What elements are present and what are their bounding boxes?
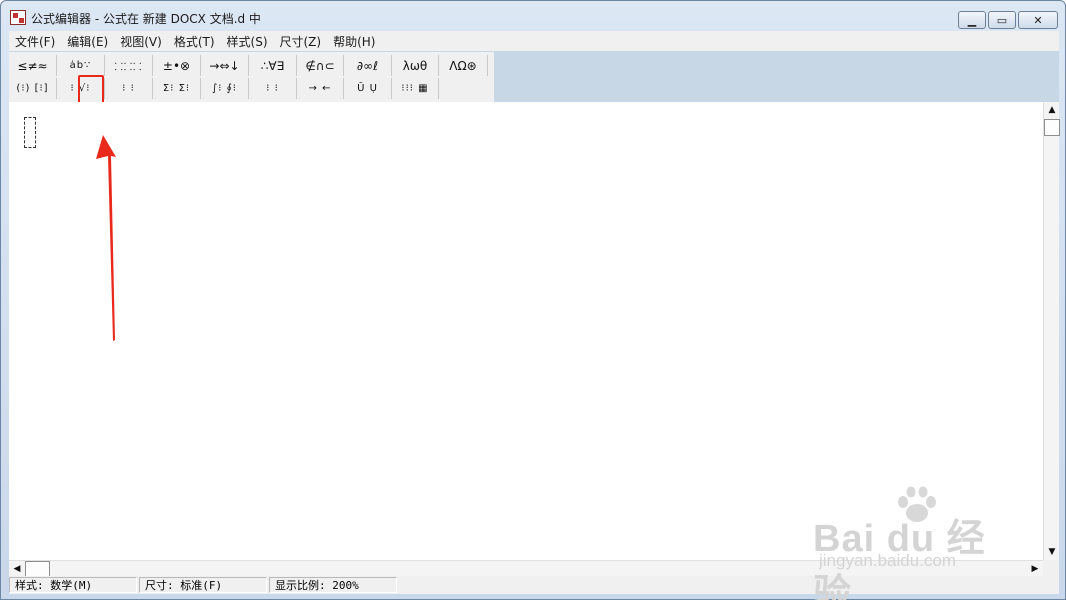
menu-style[interactable]: 样式(S)	[221, 33, 274, 50]
menu-edit[interactable]: 编辑(E)	[61, 33, 114, 50]
spaces-ellipses-button[interactable]: ȧb∵	[57, 55, 105, 76]
horizontal-scroll-thumb[interactable]	[25, 561, 50, 577]
menu-size[interactable]: 尺寸(Z)	[274, 33, 328, 50]
menu-view[interactable]: 视图(V)	[114, 33, 168, 50]
logical-symbols-button[interactable]: ∴∀∃	[249, 55, 297, 76]
greek-uppercase-button[interactable]: ΛΩ⊛	[439, 55, 488, 76]
menu-file[interactable]: 文件(F)	[9, 33, 61, 50]
arrow-symbols-button[interactable]: →⇔↓	[201, 55, 249, 76]
annotation-arrow-icon	[96, 135, 116, 341]
integral-templates-button[interactable]: ∫⁝ ∮⁝	[201, 78, 249, 99]
fence-templates-button[interactable]: (⁝) [⁝]	[9, 78, 57, 99]
menu-help[interactable]: 帮助(H)	[327, 33, 381, 50]
minimize-icon: ▁	[967, 13, 977, 27]
products-set-theory-templates-button[interactable]: Ū Ụ	[344, 78, 392, 99]
title-bar[interactable]: 公式编辑器 - 公式在 新建 DOCX 文档.d 中 ▁ ▭ ✕	[1, 1, 1065, 31]
menu-bar: 文件(F) 编辑(E) 视图(V) 格式(T) 样式(S) 尺寸(Z) 帮助(H…	[9, 31, 1059, 51]
operator-symbols-button[interactable]: ±•⊗	[153, 55, 201, 76]
scroll-left-icon[interactable]: ◀	[9, 561, 25, 577]
app-icon[interactable]	[10, 10, 26, 25]
relational-symbols-button[interactable]: ≤≠≈	[9, 55, 57, 76]
misc-symbols-button[interactable]: ∂∞ℓ	[344, 55, 392, 76]
window-controls: ▁ ▭ ✕	[958, 11, 1058, 29]
toolbar-templates-row: (⁝) [⁝] ⁝ √⁝ ⁝ ⁝ Σ⁝ Σ⁝ ∫⁝ ∮⁝ ⁝ ⁝ → ← Ū Ụ…	[9, 77, 439, 100]
vertical-scrollbar[interactable]: ▲ ▼	[1043, 102, 1060, 560]
scrollbar-corner	[1043, 560, 1059, 576]
maximize-icon: ▭	[996, 13, 1008, 27]
status-style: 样式: 数学(M)	[9, 577, 137, 593]
scroll-up-icon[interactable]: ▲	[1044, 102, 1060, 118]
underbar-overbar-templates-button[interactable]: ⁝ ⁝	[249, 78, 297, 99]
status-zoom: 显示比例: 200%	[269, 577, 397, 593]
maximize-button[interactable]: ▭	[988, 11, 1016, 29]
window-title: 公式编辑器 - 公式在 新建 DOCX 文档.d 中	[31, 12, 261, 26]
scroll-right-icon[interactable]: ▶	[1027, 561, 1043, 577]
greek-lowercase-button[interactable]: λωθ	[392, 55, 439, 76]
summation-templates-button[interactable]: Σ⁝ Σ⁝	[153, 78, 201, 99]
minimize-button[interactable]: ▁	[958, 11, 986, 29]
scroll-down-icon[interactable]: ▼	[1044, 544, 1060, 560]
equation-editor-window: 公式编辑器 - 公式在 新建 DOCX 文档.d 中 ▁ ▭ ✕ 文件(F) 编…	[0, 0, 1066, 600]
vertical-scroll-thumb[interactable]	[1044, 119, 1060, 136]
labeled-arrow-templates-button[interactable]: → ←	[297, 78, 344, 99]
matrix-templates-button[interactable]: ⁝⁝⁝ ▦	[392, 78, 439, 99]
close-icon: ✕	[1033, 13, 1043, 27]
menu-format[interactable]: 格式(T)	[168, 33, 221, 50]
subscript-superscript-templates-button[interactable]: ⁝ ⁝	[105, 78, 153, 99]
embellishments-button[interactable]: ⸬⸬⸬	[105, 55, 153, 76]
toolbar-symbols-row: ≤≠≈ ȧb∵ ⸬⸬⸬ ±•⊗ →⇔↓ ∴∀∃ ∉∩⊂ ∂∞ℓ λωθ ΛΩ⊛	[9, 54, 488, 77]
baidu-watermark: Bai du 经验 jingyan.baidu.com	[813, 485, 1023, 600]
watermark-url: jingyan.baidu.com	[819, 551, 957, 570]
input-slot-placeholder[interactable]	[24, 117, 36, 148]
status-size: 尺寸: 标准(F)	[139, 577, 267, 593]
set-theory-symbols-button[interactable]: ∉∩⊂	[297, 55, 344, 76]
close-button[interactable]: ✕	[1018, 11, 1058, 29]
